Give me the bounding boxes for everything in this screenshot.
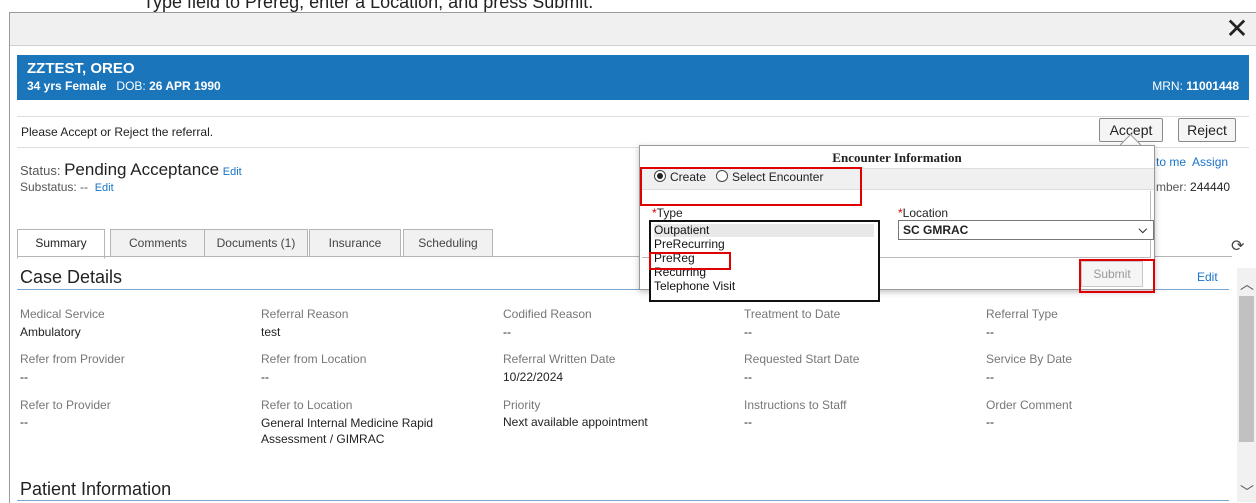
tab-scheduling[interactable]: Scheduling <box>403 229 493 257</box>
assign-links: to me Assign <box>1156 155 1228 169</box>
field-label: Requested Start Date <box>744 352 860 366</box>
patient-demographics: 34 yrs Female DOB: 26 APR 1990 <box>27 79 221 93</box>
scrollbar-thumb[interactable] <box>1239 296 1254 442</box>
instruction-bar: Please Accept or Reject the referral. <box>17 116 1249 148</box>
status-value: Pending Acceptance <box>64 160 220 179</box>
substatus-line: Substatus: -- Edit <box>20 180 114 194</box>
field-label: Refer from Location <box>261 352 367 366</box>
location-label: *Location <box>898 206 949 220</box>
field-value: -- <box>261 370 269 384</box>
patient-banner: ZZTEST, OREO 34 yrs Female DOB: 26 APR 1… <box>17 55 1249 100</box>
field-label: Codified Reason <box>503 307 592 321</box>
close-icon[interactable]: ✕ <box>1222 14 1252 44</box>
substatus-value: -- <box>80 180 89 194</box>
field-value: -- <box>20 370 28 384</box>
substatus-edit-link[interactable]: Edit <box>95 182 114 194</box>
field-label: Refer to Provider <box>20 398 111 412</box>
field-value: -- <box>744 325 752 339</box>
location-label-text: Location <box>902 206 949 220</box>
field-value: -- <box>744 415 752 429</box>
type-option-prerecurring[interactable]: PreRecurring <box>654 238 725 251</box>
patient-name: ZZTEST, OREO <box>27 60 135 77</box>
field-label: Priority <box>503 398 541 412</box>
age-sex: 34 yrs Female <box>27 79 107 93</box>
referral-number-label: mber: <box>1156 180 1187 194</box>
type-label-text: Type <box>656 206 683 220</box>
field-value: -- <box>986 415 994 429</box>
chevron-up-icon[interactable]: ︿ <box>1240 274 1254 294</box>
field-value: -- <box>986 370 994 384</box>
dob-label: DOB: <box>116 79 146 93</box>
field-value: -- <box>744 370 752 384</box>
select-encounter-radio[interactable] <box>716 170 729 182</box>
highlight-box <box>649 252 731 270</box>
tab-documents[interactable]: Documents (1) <box>204 229 308 257</box>
field-label: Refer from Provider <box>20 352 125 366</box>
field-value: test <box>261 325 281 339</box>
location-select[interactable]: SC GMRAC ⌵ <box>898 220 1154 240</box>
chevron-down-icon[interactable]: ﹀ <box>1240 482 1254 502</box>
field-value: -- <box>20 415 28 429</box>
field-label: Service By Date <box>986 352 1073 366</box>
field-value: Ambulatory <box>20 325 81 339</box>
substatus-label: Substatus: <box>20 180 77 194</box>
mrn: MRN: 11001448 <box>1152 79 1239 93</box>
refresh-icon[interactable]: ⟳ <box>1231 236 1244 256</box>
field-label: Medical Service <box>20 307 105 321</box>
assign-link[interactable]: Assign <box>1192 155 1228 169</box>
reject-button[interactable]: Reject <box>1178 118 1236 142</box>
type-option-telephone-visit[interactable]: Telephone Visit <box>654 280 735 293</box>
status-line: Status: Pending Acceptance Edit <box>20 160 242 180</box>
tab-summary[interactable]: Summary <box>17 229 105 259</box>
field-label: Referral Reason <box>261 307 349 321</box>
assign-to-me-link[interactable]: to me <box>1156 155 1186 169</box>
field-value: Next available appointment <box>503 415 648 429</box>
patient-info-title: Patient Information <box>20 479 172 499</box>
field-value: -- <box>503 325 511 339</box>
dob-value: 26 APR 1990 <box>149 79 221 93</box>
mrn-label: MRN: <box>1152 79 1183 93</box>
instruction-text: Please Accept or Reject the referral. <box>21 125 214 139</box>
field-value: 10/22/2024 <box>503 370 564 384</box>
referral-number-value: 244440 <box>1190 180 1231 194</box>
encounter-title: Encounter Information <box>832 150 962 165</box>
case-details-edit-link[interactable]: Edit <box>1197 270 1218 284</box>
create-radio[interactable] <box>654 170 666 182</box>
patient-info-divider <box>17 500 1229 501</box>
type-label: *Type <box>652 206 683 220</box>
encounter-mode-radios: Create Select Encounter <box>654 170 823 184</box>
tab-comments[interactable]: Comments <box>110 229 206 257</box>
field-value: -- <box>986 325 994 339</box>
field-label: Referral Written Date <box>503 352 616 366</box>
title-bar <box>10 13 1256 46</box>
create-radio-label[interactable]: Create <box>670 170 706 184</box>
chevron-down-icon: ⌵ <box>1138 224 1147 236</box>
referral-number: mber: 244440 <box>1156 180 1230 194</box>
type-option-outpatient[interactable]: Outpatient <box>654 224 874 237</box>
field-label: Treatment to Date <box>744 307 841 321</box>
highlight-box <box>1079 259 1155 293</box>
field-value: General Internal Medicine Rapid Assessme… <box>261 416 434 446</box>
field-label: Instructions to Staff <box>744 398 847 412</box>
field-label: Referral Type <box>986 307 1058 321</box>
status-label: Status: <box>20 163 61 178</box>
status-edit-link[interactable]: Edit <box>223 166 242 178</box>
field-label: Refer to Location <box>261 398 353 412</box>
case-details-title: Case Details <box>20 267 123 287</box>
mrn-value: 11001448 <box>1186 79 1239 93</box>
select-encounter-radio-label[interactable]: Select Encounter <box>732 170 823 184</box>
field-label: Order Comment <box>986 398 1073 412</box>
location-value: SC GMRAC <box>903 223 969 237</box>
tab-insurance[interactable]: Insurance <box>309 229 401 257</box>
